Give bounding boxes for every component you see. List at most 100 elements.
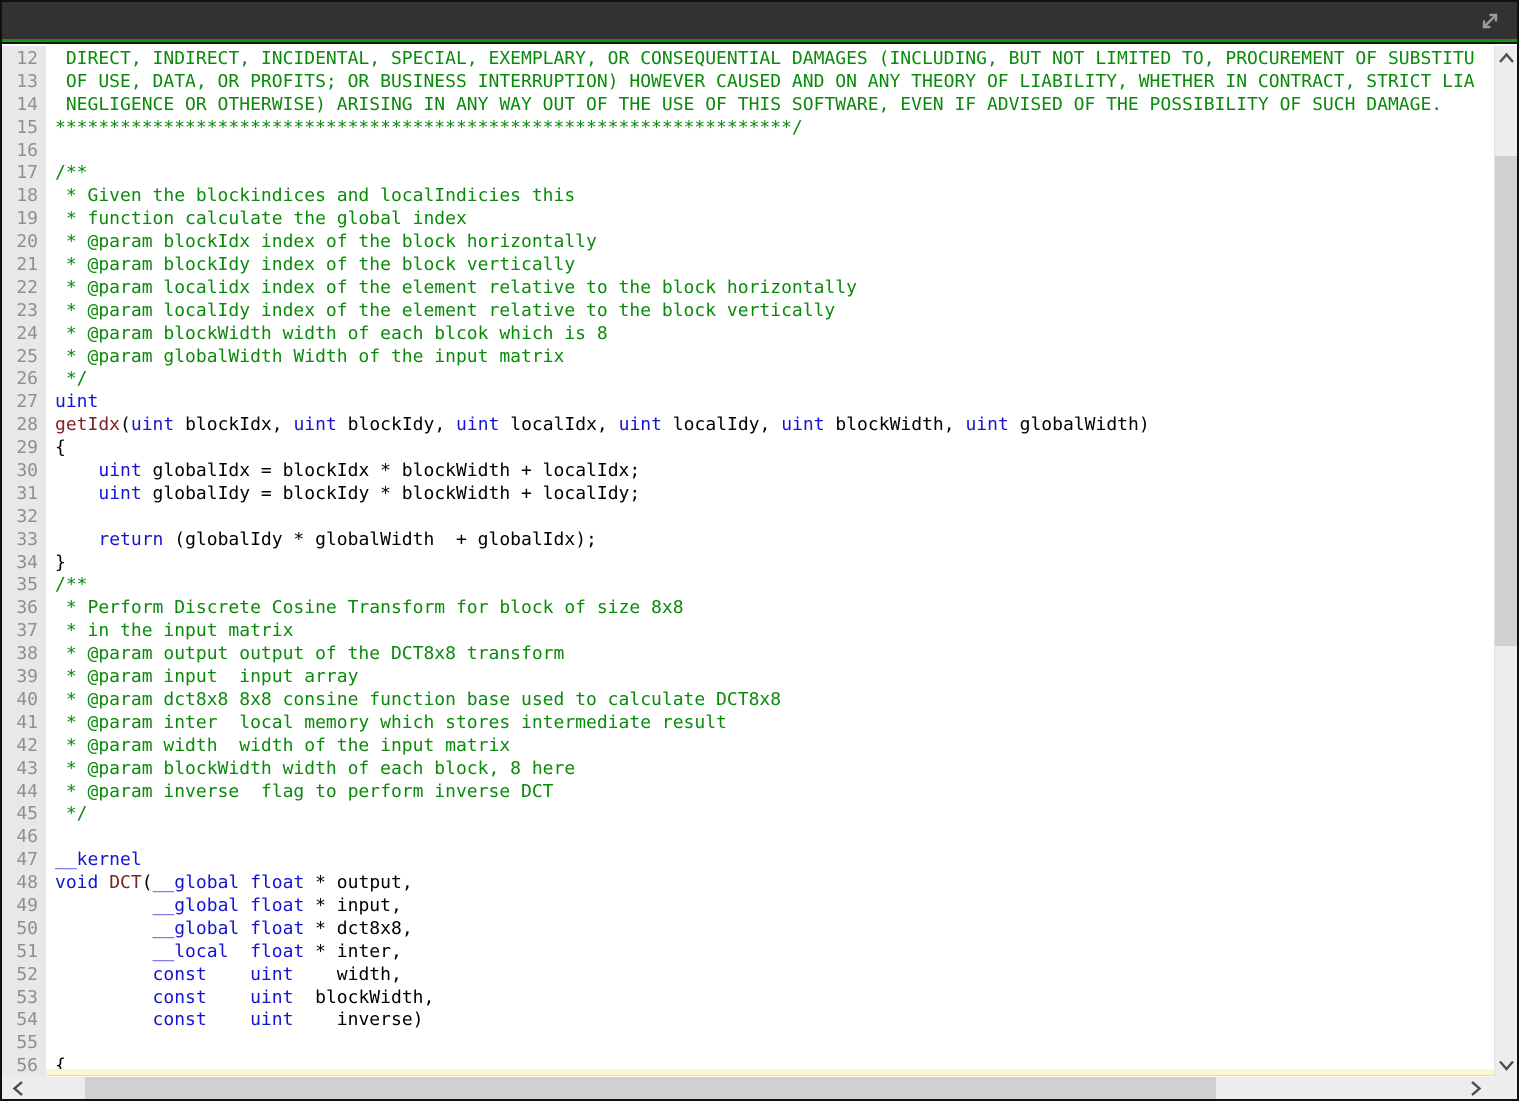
line-number: 23 — [2, 300, 46, 323]
code-line: NEGLIGENCE OR OTHERWISE) ARISING IN ANY … — [55, 94, 1494, 117]
code-line: uint — [55, 391, 1494, 414]
code-line: OF USE, DATA, OR PROFITS; OR BUSINESS IN… — [55, 71, 1494, 94]
code-line: const uint width, — [55, 964, 1494, 987]
code-viewer-window: 1213141516171819202122232425262728293031… — [0, 0, 1519, 1101]
resize-icon[interactable] — [1477, 8, 1503, 34]
horizontal-scroll-thumb[interactable] — [85, 1077, 1216, 1099]
line-number: 24 — [2, 323, 46, 346]
code-line: * Given the blockindices and localIndici… — [55, 185, 1494, 208]
current-line-highlight — [46, 1069, 1494, 1076]
line-number: 37 — [2, 620, 46, 643]
code-line — [55, 506, 1494, 529]
gutter: 1213141516171819202122232425262728293031… — [2, 46, 46, 1077]
code-line: __global float * input, — [55, 895, 1494, 918]
line-number: 19 — [2, 208, 46, 231]
line-number: 50 — [2, 918, 46, 941]
scrollbar-corner — [1492, 1077, 1517, 1099]
line-number: 56 — [2, 1055, 46, 1077]
code-line: void DCT(__global float * output, — [55, 872, 1494, 895]
line-number: 51 — [2, 941, 46, 964]
code-line: const uint inverse) — [55, 1009, 1494, 1032]
code-area[interactable]: DIRECT, INDIRECT, INCIDENTAL, SPECIAL, E… — [46, 46, 1494, 1077]
code-line: /** — [55, 574, 1494, 597]
line-number: 13 — [2, 71, 46, 94]
code-line: const uint blockWidth, — [55, 987, 1494, 1010]
code-line — [55, 140, 1494, 163]
code-line: * @param globalWidth Width of the input … — [55, 346, 1494, 369]
accent-divider — [2, 39, 1517, 44]
scroll-right-button[interactable] — [1462, 1077, 1490, 1099]
vertical-scroll-thumb[interactable] — [1495, 156, 1517, 646]
code-line: */ — [55, 368, 1494, 391]
code-line: { — [55, 437, 1494, 460]
line-number: 17 — [2, 162, 46, 185]
code-line: * @param output output of the DCT8x8 tra… — [55, 643, 1494, 666]
code-line: * @param blockWidth width of each blcok … — [55, 323, 1494, 346]
line-number: 48 — [2, 872, 46, 895]
code-line: * @param blockIdx index of the block hor… — [55, 231, 1494, 254]
code-line — [55, 1032, 1494, 1055]
horizontal-scrollbar[interactable] — [2, 1077, 1492, 1099]
line-number: 45 — [2, 803, 46, 826]
line-number: 32 — [2, 506, 46, 529]
line-number: 39 — [2, 666, 46, 689]
scroll-down-button[interactable] — [1495, 1053, 1517, 1077]
line-number: 16 — [2, 140, 46, 163]
line-number: 21 — [2, 254, 46, 277]
line-number: 46 — [2, 826, 46, 849]
code-line: __global float * dct8x8, — [55, 918, 1494, 941]
code-line — [55, 826, 1494, 849]
code-line: * @param width width of the input matrix — [55, 735, 1494, 758]
chevron-up-icon — [1498, 52, 1515, 64]
code-line: * @param inter local memory which stores… — [55, 712, 1494, 735]
editor-main: 1213141516171819202122232425262728293031… — [2, 46, 1517, 1077]
line-number: 18 — [2, 185, 46, 208]
code-line: __kernel — [55, 849, 1494, 872]
line-number: 54 — [2, 1009, 46, 1032]
line-number: 55 — [2, 1032, 46, 1055]
code-line: DIRECT, INDIRECT, INCIDENTAL, SPECIAL, E… — [55, 48, 1494, 71]
title-bar — [2, 2, 1517, 39]
line-number: 26 — [2, 368, 46, 391]
line-number: 40 — [2, 689, 46, 712]
line-number: 25 — [2, 346, 46, 369]
line-number: 14 — [2, 94, 46, 117]
scroll-left-button[interactable] — [4, 1077, 32, 1099]
chevron-down-icon — [1498, 1059, 1515, 1071]
line-number: 52 — [2, 964, 46, 987]
code-line: * @param blockIdy index of the block ver… — [55, 254, 1494, 277]
line-number: 27 — [2, 391, 46, 414]
scroll-up-button[interactable] — [1495, 46, 1517, 70]
code-line: */ — [55, 803, 1494, 826]
line-number: 22 — [2, 277, 46, 300]
code-line: ****************************************… — [55, 117, 1494, 140]
code-line: * @param blockWidth width of each block,… — [55, 758, 1494, 781]
code-line: * @param dct8x8 8x8 consine function bas… — [55, 689, 1494, 712]
code-line: * function calculate the global index — [55, 208, 1494, 231]
chevron-left-icon — [12, 1080, 24, 1097]
chevron-right-icon — [1470, 1080, 1482, 1097]
line-number: 31 — [2, 483, 46, 506]
line-number: 35 — [2, 574, 46, 597]
code-line: * in the input matrix — [55, 620, 1494, 643]
line-number: 29 — [2, 437, 46, 460]
code-line: return (globalIdy * globalWidth + global… — [55, 529, 1494, 552]
code-line: } — [55, 552, 1494, 575]
line-number: 47 — [2, 849, 46, 872]
vertical-scrollbar[interactable] — [1494, 46, 1517, 1077]
code-line: __local float * inter, — [55, 941, 1494, 964]
code-line: * @param inverse flag to perform inverse… — [55, 781, 1494, 804]
line-number: 38 — [2, 643, 46, 666]
line-number: 34 — [2, 552, 46, 575]
code-line: * @param localidx index of the element r… — [55, 277, 1494, 300]
line-number: 42 — [2, 735, 46, 758]
line-number: 49 — [2, 895, 46, 918]
line-number: 30 — [2, 460, 46, 483]
code-line: uint globalIdx = blockIdx * blockWidth +… — [55, 460, 1494, 483]
line-number: 28 — [2, 414, 46, 437]
line-number: 44 — [2, 781, 46, 804]
code-line: * @param localIdy index of the element r… — [55, 300, 1494, 323]
line-number: 15 — [2, 117, 46, 140]
line-number: 41 — [2, 712, 46, 735]
line-number: 43 — [2, 758, 46, 781]
